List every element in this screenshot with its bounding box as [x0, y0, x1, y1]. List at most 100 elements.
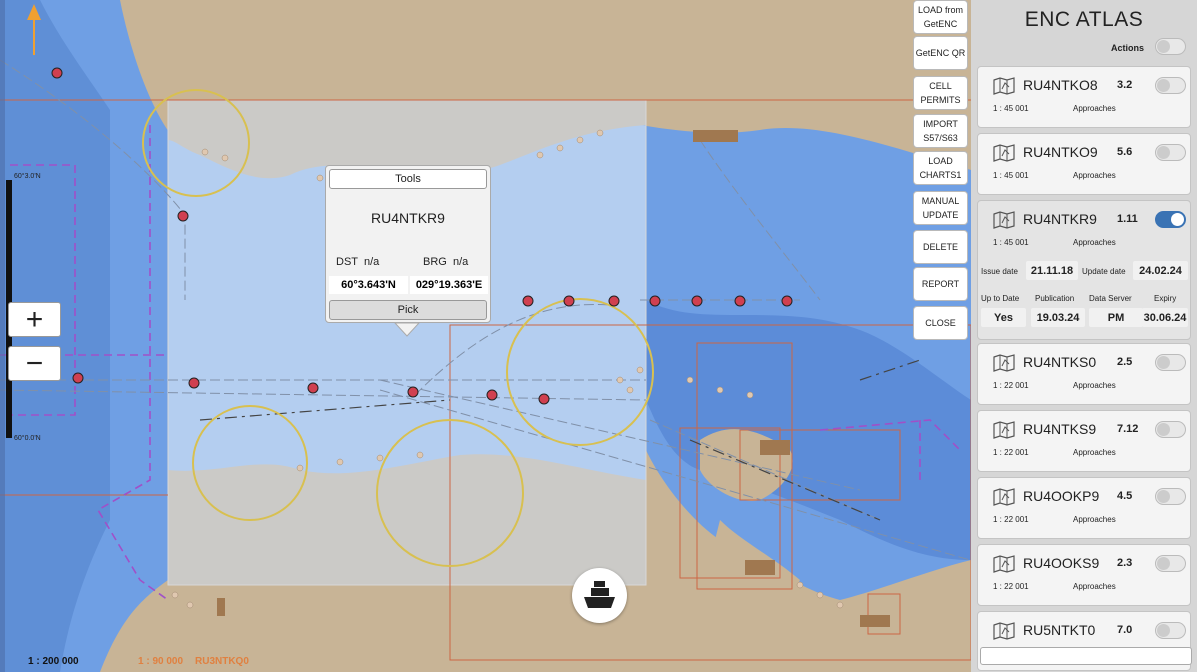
cell-name: RU4OOKS9	[1023, 555, 1100, 571]
cell-version: 1.11	[1117, 213, 1138, 225]
update-date-value: 24.02.24	[1133, 261, 1188, 280]
cell-toggle[interactable]	[1155, 211, 1186, 228]
cell-version: 7.12	[1117, 423, 1139, 435]
chart-map-icon	[993, 354, 1015, 372]
search-input[interactable]	[980, 647, 1192, 665]
chart-map-icon	[993, 488, 1015, 506]
side-button-0[interactable]: LOAD from GetENC	[913, 0, 968, 34]
side-button-8[interactable]: CLOSE	[913, 306, 968, 340]
cell-version: 3.2	[1117, 79, 1133, 91]
issue-date-label: Issue date	[981, 267, 1018, 276]
cell-usage: Approaches	[1073, 582, 1116, 591]
cell-card[interactable]: RU4NTKO8 3.2 1 : 45 001 Approaches	[977, 66, 1191, 128]
side-button-3[interactable]: IMPORT S57/S63	[913, 114, 968, 148]
cell-scale: 1 : 45 001	[993, 171, 1029, 180]
popup-pointer	[394, 322, 420, 337]
up-to-date-label: Up to Date	[981, 294, 1020, 303]
brg-value: n/a	[453, 256, 469, 268]
cell-card[interactable]: RU4NTKR9 1.11 1 : 45 001 Approaches Issue da…	[977, 200, 1191, 340]
side-button-4[interactable]: LOAD CHARTS1	[913, 151, 968, 185]
actions-toggle[interactable]	[1155, 38, 1186, 55]
ship-icon	[584, 581, 615, 608]
cell-toggle[interactable]	[1155, 555, 1186, 572]
cell-card[interactable]: RU4NTKS9 7.12 1 : 22 001 Approaches	[977, 410, 1191, 472]
cell-scale: 1 : 22 001	[993, 448, 1029, 457]
cell-usage: Approaches	[1073, 104, 1116, 113]
cell-scale: 1 : 22 001	[993, 515, 1029, 524]
publication-label: Publication	[1035, 294, 1075, 303]
cell-name: RU4NTKO9	[1023, 144, 1098, 160]
cell-name: RU4NTKS9	[1023, 421, 1097, 437]
zoom-out-button[interactable]: −	[8, 346, 61, 381]
cell-version: 4.5	[1117, 490, 1133, 502]
pick-button[interactable]: Pick	[329, 300, 487, 320]
map-scale-label: 1 : 200 000	[28, 656, 79, 667]
side-button-1[interactable]: GetENC QR	[913, 36, 968, 70]
cell-scale: 1 : 45 001	[993, 104, 1029, 113]
cell-usage: Approaches	[1073, 515, 1116, 524]
cell-name: RU5NTKT0	[1023, 622, 1096, 638]
dst-value: n/a	[364, 256, 380, 268]
cell-name-label: RU4NTKR9	[371, 210, 445, 226]
cell-name: RU4OOKP9	[1023, 488, 1100, 504]
cell-version: 7.0	[1117, 624, 1133, 636]
brg-label: BRG	[423, 256, 447, 268]
mid-scale-label: 1 : 90 000	[138, 656, 183, 667]
chart-map-icon	[993, 421, 1015, 439]
enc-atlas-panel: ENC ATLAS Actions RU4NTKO8 3.2 1 : 45 001 A…	[971, 0, 1197, 672]
cell-toggle[interactable]	[1155, 144, 1186, 161]
own-ship-button[interactable]	[572, 568, 627, 623]
actions-label: Actions	[1111, 43, 1145, 53]
cell-scale: 1 : 22 001	[993, 381, 1029, 390]
cell-toggle[interactable]	[1155, 77, 1186, 94]
expiry-label: Expiry	[1154, 294, 1177, 303]
side-button-2[interactable]: CELL PERMITS	[913, 76, 968, 110]
expiry-value: 30.06.24	[1142, 308, 1188, 327]
cell-version: 2.3	[1117, 557, 1133, 569]
chart-map-icon	[993, 555, 1015, 573]
chart-map-icon	[993, 211, 1015, 229]
side-button-5[interactable]: MANUAL UPDATE	[913, 191, 968, 225]
chart-name-label: RU3NTKQ0	[195, 656, 249, 667]
cell-scale: 1 : 22 001	[993, 582, 1029, 591]
longitude-value: 029°19.363'E	[410, 276, 488, 294]
side-button-6[interactable]: DELETE	[913, 230, 968, 264]
cell-card[interactable]: RU4NTKS0 2.5 1 : 22 001 Approaches	[977, 343, 1191, 405]
cell-version: 2.5	[1117, 356, 1133, 368]
cell-toggle[interactable]	[1155, 421, 1186, 438]
data-server-value: PM	[1089, 308, 1143, 327]
plus-icon: +	[25, 302, 44, 336]
lat-bottom-label: 60°0.0'N	[14, 434, 41, 442]
update-date-label: Update date	[1082, 267, 1126, 276]
cell-usage: Approaches	[1073, 448, 1116, 457]
latitude-value: 60°3.643'N	[329, 276, 408, 294]
cell-scale: 1 : 45 001	[993, 238, 1029, 247]
up-to-date-value: Yes	[981, 308, 1026, 327]
dst-label: DST	[336, 256, 358, 268]
panel-title: ENC ATLAS	[1024, 8, 1144, 31]
cell-usage: Approaches	[1073, 381, 1116, 390]
tools-button[interactable]: Tools	[329, 169, 487, 189]
publication-value: 19.03.24	[1031, 308, 1085, 327]
chart-map-icon	[993, 622, 1015, 640]
data-server-label: Data Server	[1089, 294, 1132, 303]
tools-popup: Tools RU4NTKR9 DST n/a BRG n/a 60°3.643'…	[325, 165, 491, 323]
cell-toggle[interactable]	[1155, 488, 1186, 505]
cell-usage: Approaches	[1073, 171, 1116, 180]
chart-map-icon	[993, 144, 1015, 162]
side-button-7[interactable]: REPORT	[913, 267, 968, 301]
zoom-in-button[interactable]: +	[8, 302, 61, 337]
cell-name: RU4NTKS0	[1023, 354, 1097, 370]
chart-map-icon	[993, 77, 1015, 95]
cell-usage: Approaches	[1073, 238, 1116, 247]
cell-version: 5.6	[1117, 146, 1133, 158]
issue-date-value: 21.11.18	[1026, 261, 1078, 280]
cell-name: RU4NTKO8	[1023, 77, 1098, 93]
cell-card[interactable]: RU4OOKP9 4.5 1 : 22 001 Approaches	[977, 477, 1191, 539]
cell-card[interactable]: RU4NTKO9 5.6 1 : 45 001 Approaches	[977, 133, 1191, 195]
cell-card[interactable]: RU4OOKS9 2.3 1 : 22 001 Approaches	[977, 544, 1191, 606]
lat-top-label: 60°3.0'N	[14, 172, 41, 180]
cell-toggle[interactable]	[1155, 622, 1186, 639]
cell-toggle[interactable]	[1155, 354, 1186, 371]
cell-name: RU4NTKR9	[1023, 211, 1097, 227]
